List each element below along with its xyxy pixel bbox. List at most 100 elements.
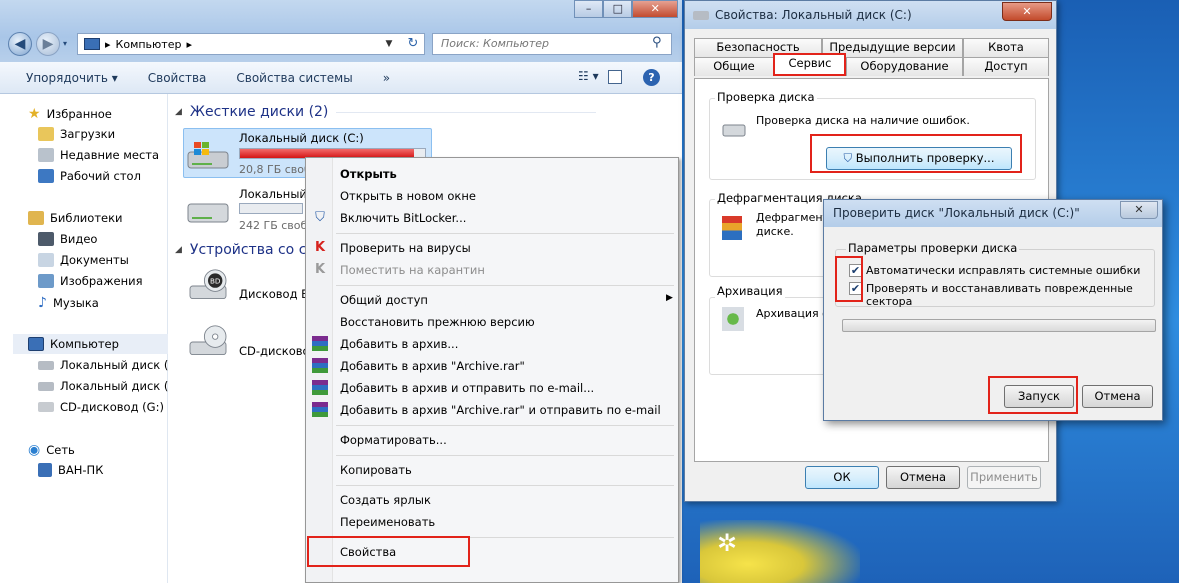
menu-item-open[interactable]: Открыть: [340, 167, 397, 181]
cancel-button[interactable]: Отмена: [886, 466, 960, 489]
menu-item-open-new-window[interactable]: Открыть в новом окне: [340, 189, 476, 203]
maximize-button[interactable]: □: [603, 0, 633, 18]
nav-network[interactable]: ◉ Сеть: [28, 442, 75, 458]
close-button[interactable]: ✕: [632, 0, 678, 18]
history-dropdown-icon[interactable]: ▾: [63, 38, 75, 50]
properties-button[interactable]: Свойства: [148, 71, 207, 85]
search-icon[interactable]: ⚲: [652, 35, 662, 50]
menu-item-properties[interactable]: Свойства: [340, 545, 396, 559]
more-commands-button[interactable]: »: [383, 71, 390, 85]
nav-recent[interactable]: Недавние места: [38, 148, 159, 162]
apply-button[interactable]: Применить: [967, 466, 1041, 489]
address-dropdown-icon[interactable]: ▼: [379, 34, 399, 54]
system-properties-button[interactable]: Свойства системы: [236, 71, 352, 85]
collapse-arrow-icon[interactable]: ◢: [175, 107, 182, 117]
properties-title: Свойства: Локальный диск (C:): [715, 8, 912, 22]
group-hard-drives-label: Жесткие диски (2): [189, 104, 329, 120]
auto-fix-label: Автоматически исправлять системные ошибк…: [866, 264, 1141, 277]
menu-item-scan-virus[interactable]: Проверить на вирусы: [340, 241, 471, 255]
search-input[interactable]: Поиск: Компьютер: [432, 33, 672, 55]
drive-e-usage-bar: [239, 203, 303, 214]
menu-item-quarantine[interactable]: Поместить на карантин: [340, 263, 485, 277]
nav-computer[interactable]: Компьютер: [28, 337, 119, 351]
tab-sharing[interactable]: Доступ: [963, 57, 1049, 76]
nav-desktop[interactable]: Рабочий стол: [38, 169, 141, 183]
menu-item-add-archive-rar[interactable]: Добавить в архив "Archive.rar": [340, 359, 525, 373]
nav-documents[interactable]: Документы: [38, 253, 129, 267]
start-button[interactable]: Запуск: [1004, 385, 1074, 408]
downloads-folder-icon: [38, 127, 54, 141]
bd-drive-icon: BD: [189, 269, 227, 300]
group-removable[interactable]: ◢ Устройства со съ: [175, 242, 316, 258]
tab-service[interactable]: Сервис: [774, 54, 846, 76]
tab-quota[interactable]: Квота: [963, 38, 1049, 57]
nav-images[interactable]: Изображения: [38, 274, 143, 288]
quarantine-icon: K: [314, 262, 326, 277]
nav-pc[interactable]: ВАН-ПК: [38, 463, 103, 477]
menu-item-restore-previous[interactable]: Восстановить прежнюю версию: [340, 315, 535, 329]
recover-sectors-checkbox[interactable]: ✔: [849, 282, 862, 295]
back-arrow-icon[interactable]: ◀: [8, 32, 32, 56]
menu-item-add-archive[interactable]: Добавить в архив...: [340, 337, 458, 351]
nav-drive-c[interactable]: Локальный диск (C: [38, 358, 176, 372]
nav-drive-e[interactable]: Локальный диск (E: [38, 379, 176, 393]
menu-separator: [336, 233, 674, 234]
properties-close-button[interactable]: ✕: [1002, 2, 1052, 21]
help-icon[interactable]: ?: [643, 69, 660, 86]
minimize-button[interactable]: –: [574, 0, 604, 18]
address-bar[interactable]: ▸ Компьютер ▸: [77, 33, 425, 55]
run-check-button[interactable]: ⛉ Выполнить проверку...: [826, 147, 1012, 170]
nav-libraries[interactable]: Библиотеки: [28, 211, 123, 225]
nav-music-label: Музыка: [52, 296, 99, 310]
svg-text:BD: BD: [210, 276, 221, 285]
drive-e-free: 242 ГБ свобо: [239, 219, 315, 232]
windows-drive-icon: [187, 142, 229, 169]
menu-item-sharing[interactable]: Общий доступ: [340, 293, 428, 307]
nav-images-label: Изображения: [60, 274, 143, 288]
ok-button[interactable]: ОК: [805, 466, 879, 489]
auto-fix-checkbox[interactable]: ✔: [849, 264, 862, 277]
tab-general[interactable]: Общие: [694, 57, 774, 76]
nav-video[interactable]: Видео: [38, 232, 97, 246]
breadcrumb-computer[interactable]: Компьютер: [116, 38, 182, 51]
preview-pane-icon[interactable]: [608, 70, 622, 84]
check-cancel-button[interactable]: Отмена: [1082, 385, 1153, 408]
nav-documents-label: Документы: [60, 253, 129, 267]
nav-drive-g[interactable]: CD-дисковод (G:): [38, 400, 164, 414]
menu-item-format[interactable]: Форматировать...: [340, 433, 447, 447]
properties-titlebar: Свойства: Локальный диск (C:): [685, 1, 1056, 29]
check-disk-close-button[interactable]: ✕: [1120, 201, 1158, 219]
winrar-icon: [312, 336, 328, 351]
drive-icon: [187, 203, 229, 223]
nav-downloads-label: Загрузки: [60, 127, 116, 141]
nav-music[interactable]: ♪ Музыка: [38, 295, 99, 311]
winrar-icon: [312, 358, 328, 373]
view-options-icon[interactable]: ☷ ▾: [578, 69, 599, 83]
images-icon: [38, 274, 54, 288]
tab-hardware[interactable]: Оборудование: [846, 57, 963, 76]
nav-drive-g-label: CD-дисковод (G:): [60, 400, 164, 414]
menu-separator: [336, 485, 674, 486]
menu-item-add-archive-email[interactable]: Добавить в архив и отправить по e-mail..…: [340, 381, 594, 395]
nav-favorites[interactable]: ★ Избранное: [28, 106, 112, 122]
nav-libraries-label: Библиотеки: [50, 211, 123, 225]
breadcrumb-separator: ▸: [186, 37, 192, 51]
menu-item-add-archive-rar-email[interactable]: Добавить в архив "Archive.rar" и отправи…: [340, 403, 661, 417]
forward-arrow-icon[interactable]: ▶: [36, 32, 60, 56]
drive-c-icon: [38, 360, 54, 370]
drive-e-icon: [38, 381, 54, 391]
collapse-arrow-icon[interactable]: ◢: [175, 245, 182, 255]
group-hard-drives[interactable]: ◢ Жесткие диски (2): [175, 104, 597, 120]
menu-item-create-shortcut[interactable]: Создать ярлык: [340, 493, 431, 507]
check-progress-bar: [842, 319, 1156, 332]
bd-drive-name: Дисковод BI: [239, 287, 313, 301]
nav-downloads[interactable]: Загрузки: [38, 127, 115, 141]
organize-button[interactable]: Упорядочить ▾: [26, 71, 118, 85]
recent-places-icon: [38, 148, 54, 162]
winrar-icon: [312, 380, 328, 395]
menu-item-rename[interactable]: Переименовать: [340, 515, 435, 529]
menu-item-bitlocker[interactable]: Включить BitLocker...: [340, 211, 466, 225]
winrar-icon: [312, 402, 328, 417]
refresh-icon[interactable]: ↻: [402, 34, 424, 54]
menu-item-copy[interactable]: Копировать: [340, 463, 412, 477]
